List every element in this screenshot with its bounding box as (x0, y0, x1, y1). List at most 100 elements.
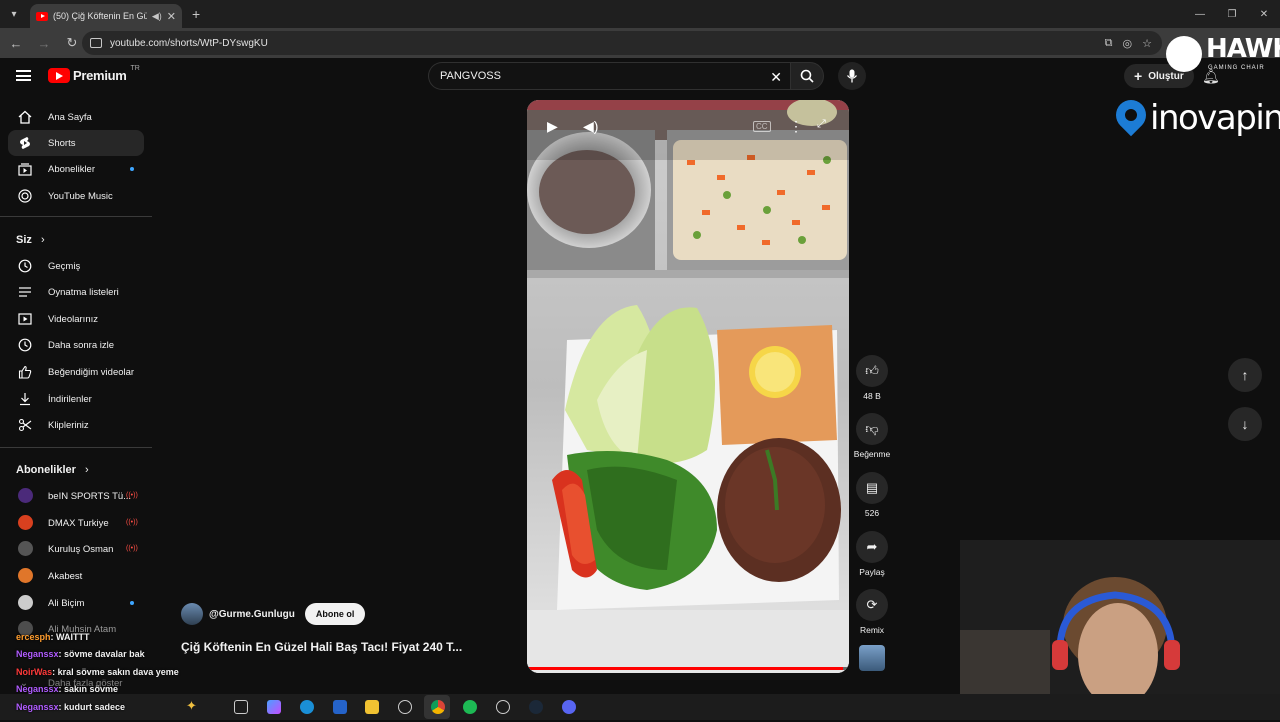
previous-short-button[interactable]: ↑ (1228, 358, 1262, 392)
next-short-button[interactable]: ↓ (1228, 407, 1262, 441)
chrome-icon[interactable] (431, 700, 445, 714)
address-bar[interactable]: youtube.com/shorts/WtP-DYswgKU ⧉ ◎ ☆ (82, 31, 1162, 55)
sidebar-item-clips[interactable]: Klipleriniz (8, 412, 144, 438)
sidebar-sub-ali-bicim[interactable]: Ali Biçim (8, 590, 144, 616)
chat-user: NoirWas (16, 667, 53, 677)
install-app-icon[interactable]: ⧉ (1105, 37, 1113, 50)
sidebar-item-youtube-music[interactable]: YouTube Music (8, 183, 144, 209)
browser-toolbar: ← → ↻ youtube.com/shorts/WtP-DYswgKU ⧉ ◎… (0, 28, 1280, 58)
video-progress-bar[interactable] (527, 667, 849, 670)
comment-count: 526 (864, 508, 880, 518)
tab-search-icon[interactable]: ▾ (4, 4, 24, 24)
short-title[interactable]: Çiğ Köftenin En Güzel Hali Baş Tacı! Fiy… (181, 640, 462, 654)
section-heading: Abonelikler (16, 464, 76, 476)
tab-title: (50) Çiğ Köftenin En Güzel Hali Baş Tacı (53, 11, 147, 21)
back-icon[interactable]: ← (4, 31, 28, 55)
share-button[interactable]: ➦ Paylaş (852, 531, 892, 577)
sidebar-item-label: Kuruluş Osman (48, 543, 114, 555)
tab-audio-icon[interactable]: ◀) (152, 11, 162, 22)
liked-icon (18, 365, 32, 379)
sidebar-sub-bein-sports[interactable]: beIN SPORTS Tü... ((•)) (8, 483, 144, 509)
youtube-premium-logo[interactable]: Premium TR (48, 65, 140, 83)
outlook-icon[interactable] (333, 700, 347, 714)
browser-tab[interactable]: (50) Çiğ Köftenin En Güzel Hali Baş Tacı… (30, 4, 182, 28)
clips-icon (18, 418, 32, 432)
subscribe-button[interactable]: Abone ol (304, 603, 366, 625)
minimize-icon[interactable]: — (1184, 0, 1216, 28)
sidebar-item-subscriptions[interactable]: Abonelikler (8, 156, 144, 182)
logo-text: Premium (73, 68, 127, 83)
search-input[interactable]: PANGVOSS ✕ (428, 62, 790, 90)
sidebar-sub-akabest[interactable]: Akabest (8, 563, 144, 589)
voice-search-button[interactable] (838, 62, 866, 90)
sidebar-item-liked-videos[interactable]: Beğendiğim videolar (8, 359, 144, 385)
restore-icon[interactable]: ❐ (1216, 0, 1248, 28)
channel-name[interactable]: @Gurme.Gunlugu (209, 609, 295, 620)
task-view-icon[interactable] (234, 700, 248, 714)
chat-message: Neganssx: sövme davalar bak (16, 649, 145, 659)
youtube-favicon-icon (36, 11, 48, 21)
play-icon[interactable]: ▶ (547, 118, 558, 135)
remix-button[interactable]: ⟳ Remix (852, 589, 892, 635)
spotify-icon[interactable] (463, 700, 477, 714)
eye-off-icon[interactable]: ◎ (1123, 37, 1133, 50)
bookmark-star-icon[interactable]: ☆ (1142, 37, 1152, 50)
close-tab-icon[interactable]: ✕ (167, 10, 176, 23)
your-videos-icon (18, 313, 32, 325)
like-button[interactable]: 👍︎ 48 B (852, 355, 892, 401)
search-button[interactable] (790, 62, 824, 90)
remix-icon: ⟳ (856, 589, 888, 621)
chat-message: NoirWas: kral sövme sakın dava yeme (16, 667, 179, 677)
map-pin-icon (1109, 93, 1153, 137)
sidebar-item-home[interactable]: Ana Sayfa (8, 104, 144, 130)
volume-icon[interactable]: ◀) (583, 118, 598, 135)
sidebar-item-your-videos[interactable]: Videolarınız (8, 306, 144, 332)
forward-icon[interactable]: → (32, 31, 56, 55)
captions-icon[interactable]: CC (753, 121, 771, 132)
avatar (18, 541, 33, 556)
music-icon (18, 189, 32, 203)
chat-text: : sövme davalar bak (58, 649, 145, 659)
sidebar-item-history[interactable]: Geçmiş (8, 253, 144, 279)
sidebar-item-watch-later[interactable]: Daha sonra izle (8, 332, 144, 358)
comments-button[interactable]: ▤ 526 (852, 472, 892, 518)
sound-source-thumbnail[interactable] (852, 645, 892, 671)
sidebar-section-you[interactable]: Siz › (16, 234, 45, 246)
sidebar-item-label: Ali Biçim (48, 597, 85, 609)
copilot-sparkle-icon[interactable]: ✦ (186, 698, 200, 713)
file-explorer-icon[interactable] (365, 700, 379, 714)
sidebar-item-shorts[interactable]: Shorts (8, 130, 144, 156)
sidebar-item-label: Videolarınız (48, 313, 98, 325)
fullscreen-icon[interactable]: ⤢ (817, 118, 826, 131)
youtube-masthead: Premium TR PANGVOSS ✕ + Oluştur 🔔︎ (0, 58, 1280, 96)
copilot-app-icon[interactable] (267, 700, 281, 714)
sidebar-item-label: Oynatma listeleri (48, 286, 119, 298)
short-video-player[interactable]: ▶ ◀) CC ⋮ ⤢ (527, 100, 849, 673)
sidebar-item-downloads[interactable]: İndirilenler (8, 386, 144, 412)
site-info-icon[interactable] (90, 38, 102, 48)
sidebar-item-label: Daha sonra izle (48, 339, 115, 351)
like-count: 48 B (863, 391, 881, 401)
more-options-icon[interactable]: ⋮ (789, 118, 803, 135)
steam-icon[interactable] (529, 700, 543, 714)
sidebar-item-label: Geçmiş (48, 260, 81, 272)
channel-avatar[interactable] (181, 603, 203, 625)
dislike-button[interactable]: 👎︎ Beğenme (852, 413, 892, 459)
sidebar: Ana Sayfa Shorts Abonelikler YouTube Mus… (0, 102, 152, 722)
xbox-icon[interactable] (398, 700, 412, 714)
clear-search-icon[interactable]: ✕ (770, 69, 782, 86)
sidebar-sub-kurulus-osman[interactable]: Kuruluş Osman ((•)) (8, 536, 144, 562)
close-window-icon[interactable]: ✕ (1248, 0, 1280, 28)
new-tab-icon[interactable]: + (192, 6, 200, 22)
sidebar-sub-dmax[interactable]: DMAX Turkiye ((•)) (8, 510, 144, 536)
edge-icon[interactable] (300, 700, 314, 714)
chat-message: ercesph: WAITTT (16, 632, 90, 642)
sidebar-section-subscriptions[interactable]: Abonelikler › (16, 464, 89, 476)
discord-icon[interactable] (562, 700, 576, 714)
chat-user: Neganssx (16, 702, 59, 712)
chat-text: : WAITTT (50, 632, 90, 642)
menu-icon[interactable] (16, 70, 31, 81)
obs-icon[interactable] (496, 700, 510, 714)
reload-icon[interactable]: ↻ (60, 31, 84, 55)
sidebar-item-playlists[interactable]: Oynatma listeleri (8, 279, 144, 305)
